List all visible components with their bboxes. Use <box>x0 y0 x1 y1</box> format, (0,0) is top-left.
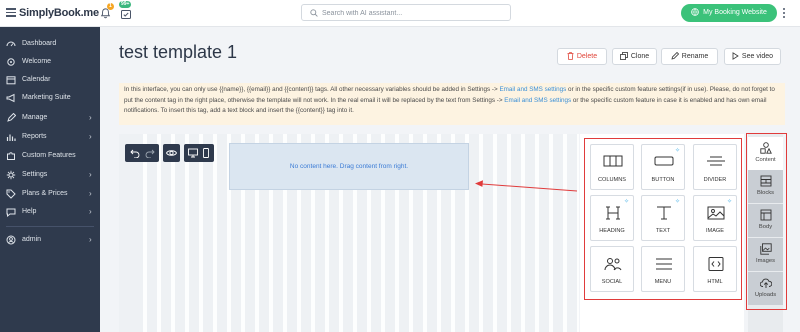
highlight-box <box>746 133 787 310</box>
sidebar-item-reports[interactable]: Reports › <box>0 128 100 146</box>
sidebar-item-label: Dashboard <box>22 40 57 47</box>
chart-icon <box>6 134 16 141</box>
sidebar: Dashboard Welcome Calendar Marketing Sui… <box>0 27 100 332</box>
sidebar-item-help[interactable]: Help › <box>0 203 100 221</box>
sidebar-item-marketing-suite[interactable]: Marketing Suite <box>0 89 100 107</box>
undo-icon[interactable] <box>130 148 140 158</box>
sidebar-item-welcome[interactable]: Welcome <box>0 53 100 71</box>
sidebar-item-label: Manage <box>22 114 48 121</box>
chevron-right-icon: › <box>89 235 92 244</box>
delete-button[interactable]: Delete <box>557 48 607 65</box>
sidebar-item-dashboard[interactable]: Dashboard <box>0 35 100 53</box>
drop-zone[interactable]: No content here. Drag content from right… <box>229 143 469 190</box>
email-sms-settings-link[interactable]: Email and SMS settings <box>499 86 566 93</box>
search-box[interactable] <box>301 4 511 21</box>
hamburger-menu-icon[interactable] <box>6 8 16 17</box>
edit-icon <box>7 113 16 122</box>
sidebar-item-label: admin <box>22 236 42 243</box>
chat-icon <box>6 208 16 217</box>
rename-button[interactable]: Rename <box>661 48 718 65</box>
sidebar-item-settings[interactable]: Settings › <box>0 166 100 184</box>
sidebar-item-label: Reports <box>22 133 47 140</box>
desktop-icon[interactable] <box>188 148 198 158</box>
gear-icon <box>7 58 15 66</box>
sidebar-item-label: Help <box>22 208 37 215</box>
sidebar-item-label: Settings <box>22 171 48 178</box>
sidebar-item-label: Marketing Suite <box>22 94 71 101</box>
note-text: In this interface, you can only use {{na… <box>124 86 500 93</box>
dashboard-icon <box>6 41 16 47</box>
sidebar-item-label: Custom Features <box>22 152 76 159</box>
logo-text: SimplyBook.me <box>19 7 99 19</box>
sidebar-item-manage[interactable]: Manage › <box>0 109 100 127</box>
megaphone-icon <box>6 93 15 103</box>
notification-badge: 1 <box>107 3 114 10</box>
chevron-right-icon: › <box>89 132 92 141</box>
my-booking-website-button[interactable]: My Booking Website <box>681 4 777 22</box>
mobile-icon[interactable] <box>202 148 210 158</box>
sidebar-item-admin[interactable]: admin › <box>0 231 100 249</box>
globe-icon <box>691 8 699 16</box>
info-note: In this interface, you can only use {{na… <box>119 83 785 125</box>
chevron-right-icon: › <box>89 170 92 179</box>
puzzle-icon <box>7 152 15 160</box>
play-icon <box>732 52 739 60</box>
calendar-check-icon[interactable] <box>121 9 131 19</box>
calendar-icon <box>6 76 16 85</box>
settings-icon <box>6 170 16 180</box>
chevron-right-icon: › <box>89 189 92 198</box>
sidebar-item-label: Plans & Prices <box>22 190 68 197</box>
see-video-label: See video <box>741 53 774 60</box>
sidebar-item-custom-features[interactable]: Custom Features <box>0 147 100 165</box>
page-title: test template 1 <box>119 42 238 62</box>
highlight-box <box>584 138 742 300</box>
chevron-right-icon: › <box>89 113 92 122</box>
preview-button[interactable] <box>163 144 180 162</box>
see-video-button[interactable]: See video <box>724 48 781 65</box>
rename-label: Rename <box>681 53 709 60</box>
sidebar-item-plans-prices[interactable]: Plans & Prices › <box>0 185 100 203</box>
clone-button[interactable]: Clone <box>612 48 657 65</box>
chevron-right-icon: › <box>89 207 92 216</box>
sidebar-item-label: Calendar <box>22 76 51 83</box>
more-options-icon[interactable] <box>783 8 786 20</box>
top-bar: SimplyBook.me 1 99+ My Booking Website <box>0 0 800 27</box>
sidebar-divider <box>6 226 94 227</box>
trash-icon <box>567 52 574 60</box>
redo-icon[interactable] <box>145 148 155 158</box>
clone-icon <box>619 52 628 60</box>
sidebar-item-calendar[interactable]: Calendar <box>0 71 100 89</box>
delete-label: Delete <box>576 53 598 60</box>
undo-redo-group <box>125 144 159 162</box>
device-view-group <box>184 144 214 162</box>
search-icon <box>310 9 318 17</box>
clone-label: Clone <box>630 53 650 60</box>
sidebar-item-label: Welcome <box>22 58 52 65</box>
email-sms-settings-link[interactable]: Email and SMS settings <box>504 97 571 104</box>
user-icon <box>6 235 16 245</box>
search-input[interactable] <box>322 7 502 19</box>
eye-icon <box>166 150 177 156</box>
calendar-badge: 99+ <box>119 1 132 8</box>
logo[interactable]: SimplyBook.me <box>19 7 99 19</box>
tag-icon <box>6 189 16 199</box>
my-booking-website-label: My Booking Website <box>703 9 767 16</box>
pencil-icon <box>671 51 679 60</box>
annotation-arrow <box>475 180 578 192</box>
